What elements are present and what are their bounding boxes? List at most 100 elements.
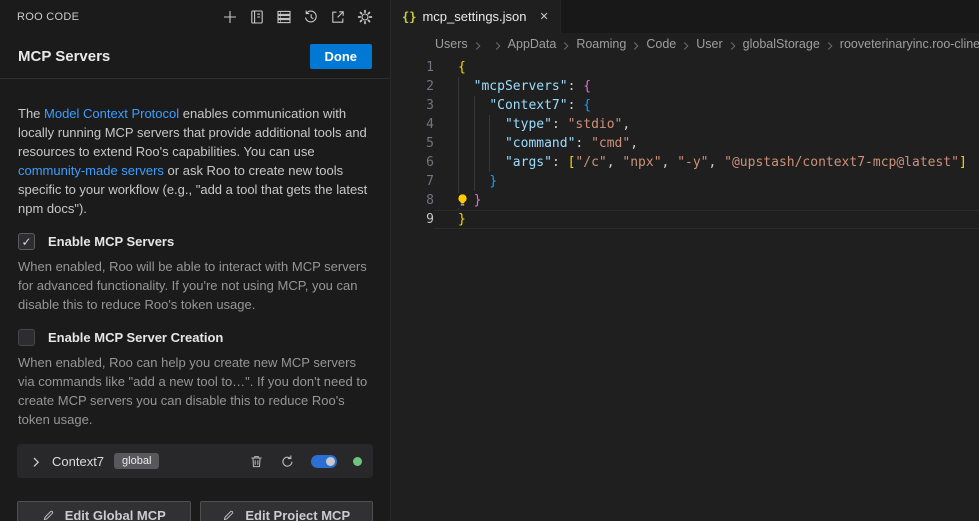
intro-text: The (18, 106, 44, 121)
breadcrumb-chevron-icon (490, 36, 506, 53)
breadcrumb-chevron-icon (822, 36, 838, 53)
line-number: 8 (391, 191, 434, 210)
indent-guide (474, 115, 490, 134)
intro-link[interactable]: Model Context Protocol (44, 106, 179, 121)
token: "command" (505, 136, 575, 151)
pencil-icon (42, 509, 55, 521)
token: { (458, 60, 466, 75)
code-text: "command": "cmd", (458, 134, 638, 153)
code-text: "args": ["/c", "npx", "-y", "@upstash/co… (458, 153, 967, 172)
code-editor[interactable]: 1{2 "mcpServers": {3 "Context7": {4 "typ… (391, 55, 979, 229)
enable-mcp-servers-checkbox[interactable]: ✓ (18, 233, 35, 250)
token: "type" (505, 117, 552, 132)
pencil-icon (222, 509, 235, 521)
server-scope-badge: global (114, 453, 159, 469)
token: : (568, 79, 584, 94)
trash-icon[interactable] (249, 454, 264, 469)
tab-mcp-settings[interactable]: {} mcp_settings.json ✕ (391, 0, 561, 33)
tab-filename: mcp_settings.json (422, 9, 526, 24)
page-header: MCP Servers Done (0, 33, 390, 78)
token: : (552, 117, 568, 132)
token: : (575, 136, 591, 151)
chevron-right-icon[interactable] (28, 454, 42, 468)
page-title: MCP Servers (18, 48, 110, 65)
open-in-editor-icon[interactable] (329, 8, 346, 25)
restart-icon[interactable] (280, 454, 295, 469)
token: : (568, 98, 584, 113)
line-number: 9 (391, 210, 434, 229)
enable-mcp-creation-checkbox[interactable]: ✓ (18, 329, 35, 346)
history-icon[interactable] (302, 8, 319, 25)
code-text: { (458, 58, 466, 77)
token: ] (959, 155, 967, 170)
breadcrumb-chevron-icon (628, 36, 644, 53)
sidebar-header-actions (221, 8, 373, 25)
token: , (662, 155, 678, 170)
plus-icon[interactable] (221, 8, 238, 25)
header-divider (0, 78, 390, 79)
enable-mcp-servers-label: Enable MCP Servers (48, 234, 174, 249)
code-text: } (458, 191, 481, 210)
token: "@upstash/context7-mcp@latest" (724, 155, 959, 170)
code-text: } (458, 172, 497, 191)
indent-guide (458, 172, 474, 191)
breadcrumb-item[interactable]: Roaming (576, 37, 626, 51)
tab-bar: {} mcp_settings.json ✕ (391, 0, 979, 33)
server-row-context7[interactable]: Context7 global (17, 444, 373, 478)
code-text: "mcpServers": { (458, 77, 591, 96)
enable-mcp-creation-description: When enabled, Roo can help you create ne… (18, 353, 374, 429)
vscode-window: ROO CODE (0, 0, 979, 521)
token: "mcpServers" (474, 79, 568, 94)
edit-global-mcp-button[interactable]: Edit Global MCP (17, 501, 191, 521)
breadcrumb-chevron-icon (558, 36, 574, 53)
token: } (489, 174, 497, 189)
enable-mcp-servers-setting: ✓ Enable MCP Servers (18, 233, 372, 250)
tab-close-icon[interactable]: ✕ (540, 10, 549, 23)
indent-guide (489, 134, 505, 153)
indent-guide (474, 96, 490, 115)
indent-guide (474, 134, 490, 153)
indent-guide (458, 115, 474, 134)
json-file-icon: {} (402, 10, 416, 24)
check-icon: ✓ (21, 235, 31, 249)
token: } (474, 193, 482, 208)
code-text: "type": "stdio", (458, 115, 630, 134)
breadcrumb-item[interactable]: rooveterinaryinc.roo-cline (840, 37, 979, 51)
code-line: 3 "Context7": { (391, 96, 979, 115)
settings-gear-icon[interactable] (356, 8, 373, 25)
token: , (622, 117, 630, 132)
breadcrumb-item[interactable]: AppData (508, 37, 557, 51)
done-button[interactable]: Done (310, 44, 373, 69)
indent-guide (474, 172, 490, 191)
edit-project-mcp-label: Edit Project MCP (245, 508, 350, 521)
code-line: 7 } (391, 172, 979, 191)
token: } (458, 212, 466, 227)
breadcrumb-chevron-icon (678, 36, 694, 53)
server-enabled-toggle[interactable] (311, 455, 337, 468)
token: , (630, 136, 638, 151)
code-line: 9} (391, 210, 979, 229)
breadcrumb-item[interactable]: User (696, 37, 722, 51)
token: { (583, 98, 591, 113)
breadcrumb-item[interactable]: Users (435, 37, 468, 51)
mcp-servers-icon[interactable] (275, 8, 292, 25)
intro-link[interactable]: community-made servers (18, 163, 164, 178)
breadcrumb-item[interactable]: Code (646, 37, 676, 51)
code-line: 8 } (391, 191, 979, 210)
prompts-notebook-icon[interactable] (248, 8, 265, 25)
enable-mcp-creation-setting: ✓ Enable MCP Server Creation (18, 329, 372, 346)
roo-code-sidebar: ROO CODE (0, 0, 391, 521)
edit-project-mcp-button[interactable]: Edit Project MCP (200, 501, 374, 521)
code-line: 1{ (391, 58, 979, 77)
indent-guide (458, 134, 474, 153)
enable-mcp-creation-label: Enable MCP Server Creation (48, 330, 223, 345)
extension-title: ROO CODE (17, 11, 79, 23)
indent-guide (489, 115, 505, 134)
server-row-actions (249, 454, 362, 469)
lightbulb-icon[interactable] (455, 193, 470, 208)
line-number: 5 (391, 134, 434, 153)
code-text: "Context7": { (458, 96, 591, 115)
token: , (607, 155, 623, 170)
token: "-y" (677, 155, 708, 170)
breadcrumb-item[interactable]: globalStorage (743, 37, 820, 51)
